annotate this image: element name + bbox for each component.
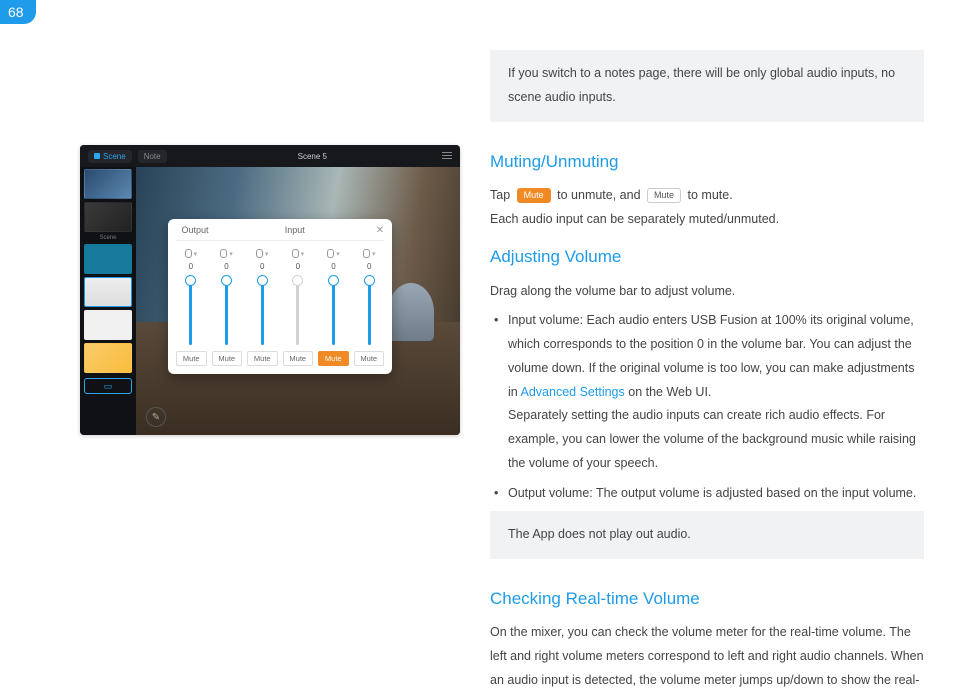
slider-value: 0	[189, 262, 193, 271]
mic-icon	[327, 249, 334, 258]
heading-muting: Muting/Unmuting	[490, 146, 924, 178]
heading-realtime: Checking Real-time Volume	[490, 583, 924, 615]
mic-icon	[256, 249, 263, 258]
realtime-body: On the mixer, you can check the volume m…	[490, 621, 924, 692]
chevron-down-icon: ▾	[229, 250, 233, 258]
volume-slider[interactable]: ▾0	[319, 249, 349, 345]
chevron-down-icon: ▾	[301, 250, 305, 258]
info-note: The App does not play out audio.	[490, 511, 924, 559]
mute-button[interactable]: Mute	[318, 351, 349, 366]
tab-scene[interactable]: Scene	[88, 150, 132, 163]
app-screenshot: Scene Note Scene 5 Scene ▭	[80, 145, 460, 435]
mute-chip-inactive: Mute	[647, 188, 681, 204]
app-title: Scene 5	[173, 152, 452, 161]
thumbnail[interactable]	[84, 343, 132, 373]
muting-line1: Tap Mute to unmute, and Mute to mute.	[490, 184, 924, 208]
tab-scene-label: Scene	[103, 152, 126, 161]
thumbnail[interactable]	[84, 244, 132, 274]
mute-button[interactable]: Mute	[176, 351, 207, 366]
page-number-badge: 68	[0, 0, 36, 24]
slider-value: 0	[260, 262, 264, 271]
mute-button[interactable]: Mute	[283, 351, 314, 366]
tab-note-label: Note	[144, 152, 161, 161]
volume-slider[interactable]: ▾0	[354, 249, 384, 345]
bullet-output-volume: Output volume: The output volume is adju…	[490, 482, 924, 506]
thumbnail[interactable]	[84, 169, 132, 199]
chevron-down-icon: ▾	[265, 250, 269, 258]
chevron-down-icon: ▾	[336, 250, 340, 258]
slider-value: 0	[331, 262, 335, 271]
chevron-down-icon: ▾	[372, 250, 376, 258]
thumbnail-caption: Scene	[84, 235, 132, 241]
annotate-button[interactable]: ✎	[146, 407, 166, 427]
volume-slider[interactable]: ▾0	[212, 249, 242, 345]
thumbnail[interactable]	[84, 202, 132, 232]
scene-thumbnails: Scene ▭	[80, 145, 136, 435]
bullet-input-volume: Input volume: Each audio enters USB Fusi…	[490, 309, 924, 475]
heading-adjusting: Adjusting Volume	[490, 241, 924, 273]
advanced-settings-link[interactable]: Advanced Settings	[521, 385, 625, 399]
tab-note[interactable]: Note	[138, 150, 167, 163]
info-note: If you switch to a notes page, there wil…	[490, 50, 924, 122]
thumbnail-selected[interactable]	[84, 277, 132, 307]
audio-mixer-panel: Output Input ✕ ▾0▾0▾0▾0▾0▾0 MuteMuteMute…	[168, 219, 392, 374]
chevron-down-icon: ▾	[194, 250, 198, 258]
slider-value: 0	[367, 262, 371, 271]
slider-value: 0	[296, 262, 300, 271]
mic-icon	[363, 249, 370, 258]
volume-slider[interactable]: ▾0	[247, 249, 277, 345]
volume-slider[interactable]: ▾0	[176, 249, 206, 345]
volume-slider[interactable]: ▾0	[283, 249, 313, 345]
mute-button[interactable]: Mute	[247, 351, 278, 366]
add-scene-button[interactable]: ▭	[84, 378, 132, 394]
mic-icon	[292, 249, 299, 258]
adjusting-intro: Drag along the volume bar to adjust volu…	[490, 280, 924, 304]
close-icon[interactable]: ✕	[376, 225, 384, 236]
mute-button[interactable]: Mute	[354, 351, 385, 366]
menu-icon[interactable]	[442, 152, 452, 159]
muting-line2: Each audio input can be separately muted…	[490, 208, 924, 232]
thumbnail[interactable]	[84, 310, 132, 340]
mixer-input-header: Input	[214, 225, 376, 236]
mixer-output-header: Output	[176, 225, 214, 236]
mute-chip-active: Mute	[517, 188, 551, 204]
mic-icon	[220, 249, 227, 258]
app-topbar: Scene Note Scene 5	[80, 145, 460, 167]
mic-icon	[185, 249, 192, 258]
slider-value: 0	[224, 262, 228, 271]
mute-button[interactable]: Mute	[212, 351, 243, 366]
